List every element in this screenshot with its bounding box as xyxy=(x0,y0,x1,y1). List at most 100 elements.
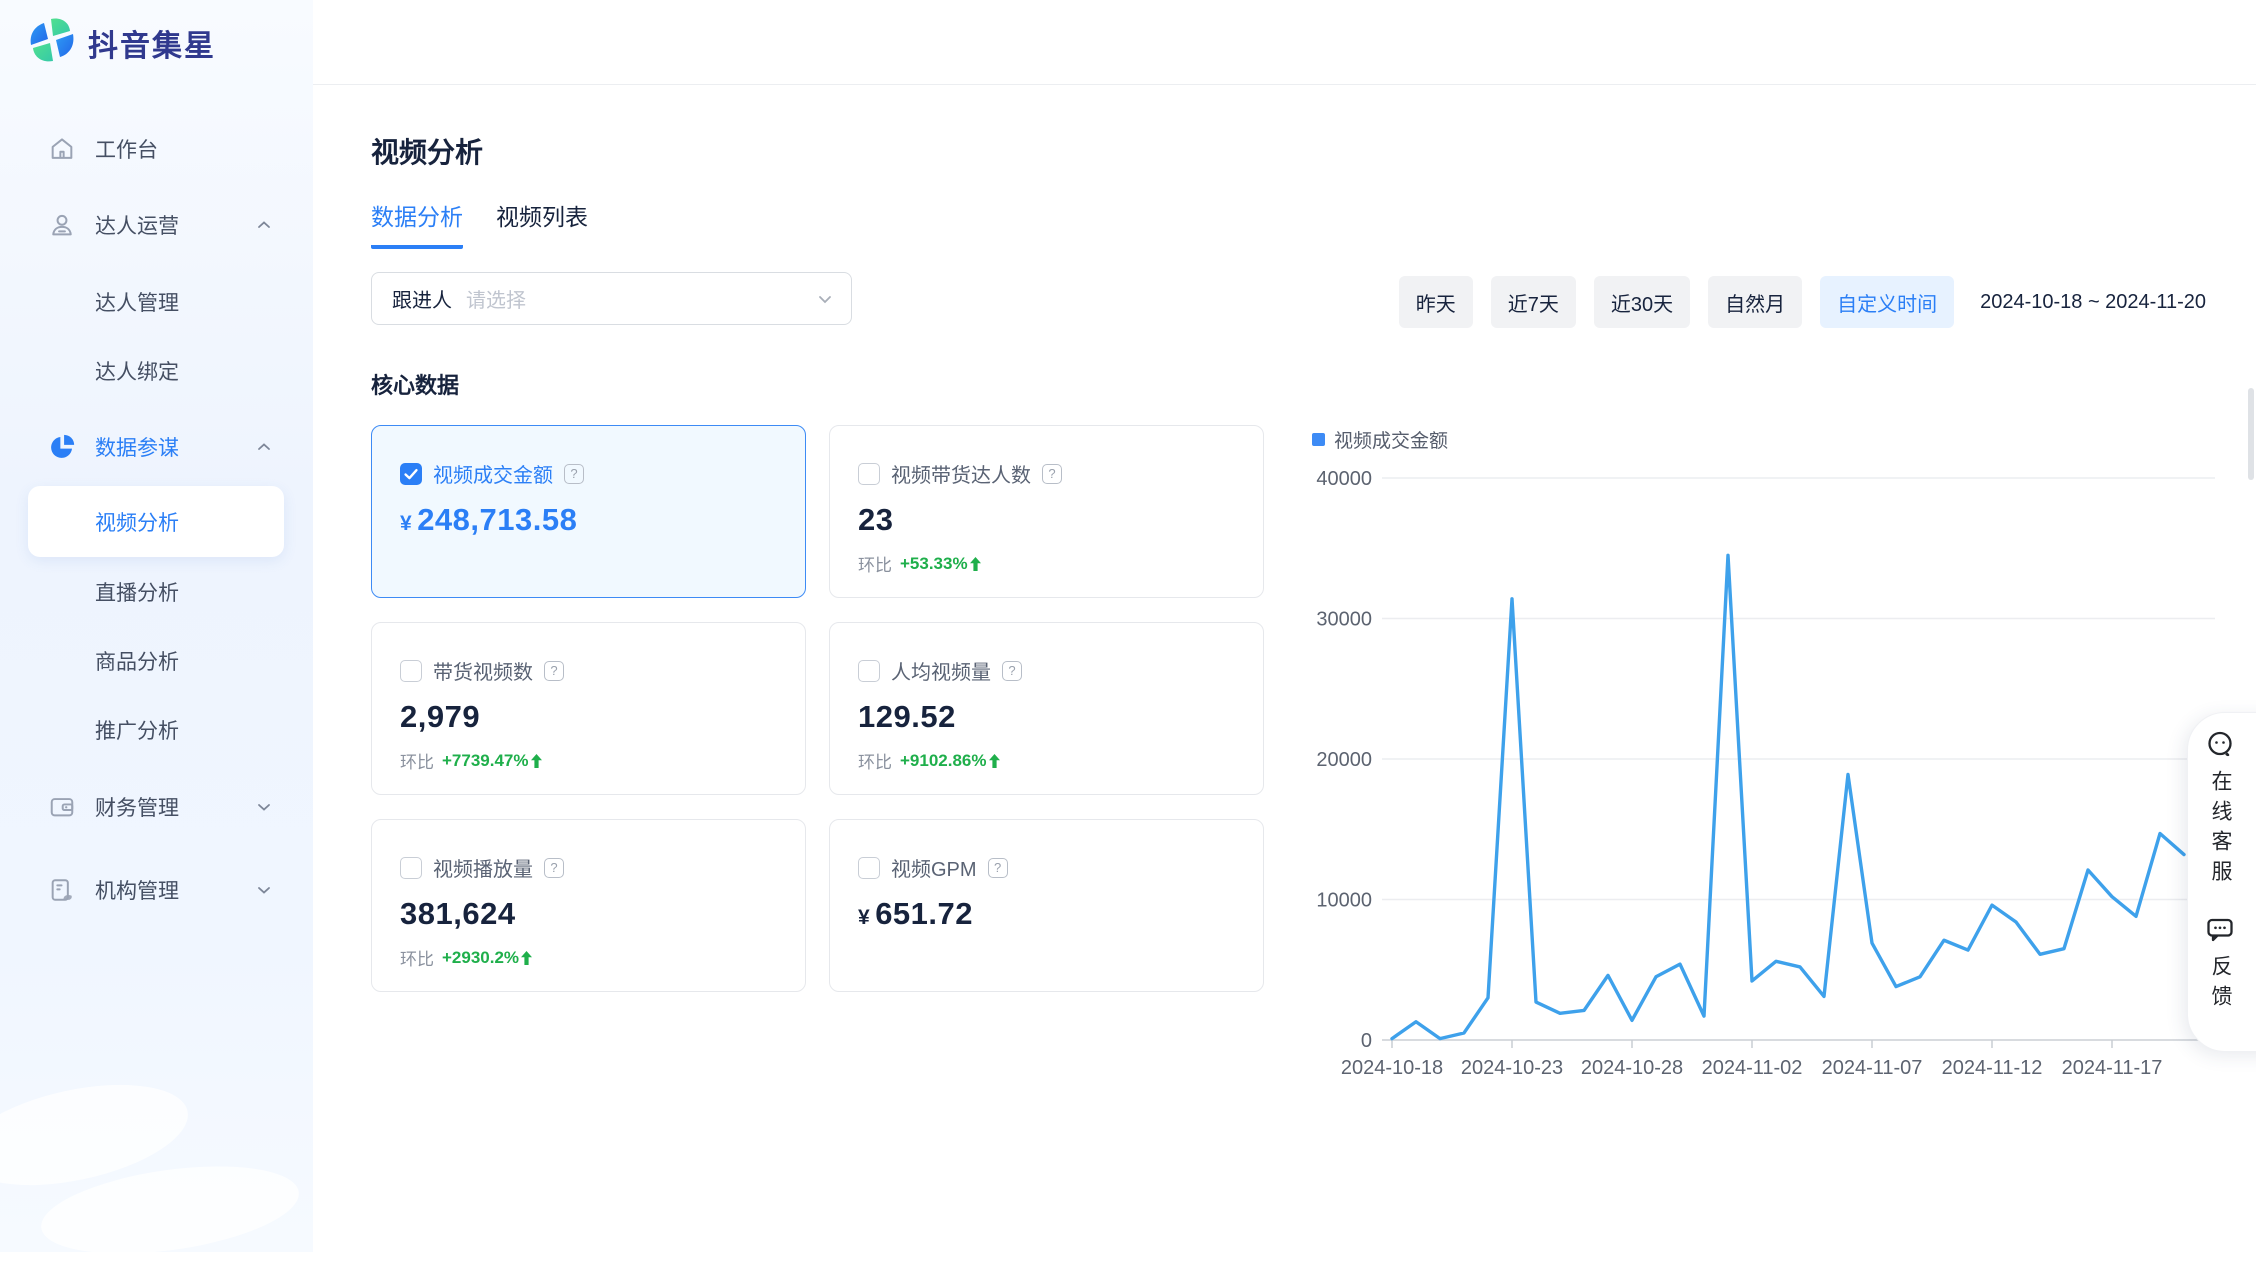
feedback-label: 反馈 xyxy=(2205,955,2235,1015)
date-range-value[interactable]: 2024-10-18 ~ 2024-11-20 xyxy=(1980,291,2206,314)
customer-service-icon xyxy=(2205,729,2235,764)
date-range-bar: 昨天 近7天 近30天 自然月 自定义时间 2024-10-18 ~ 2024-… xyxy=(1399,276,2206,328)
svg-text:10000: 10000 xyxy=(1316,890,1372,912)
sidebar-item-data-advisor[interactable]: 数据参谋 xyxy=(0,419,313,475)
sidebar-item-label: 商品分析 xyxy=(95,646,179,676)
help-icon[interactable]: ? xyxy=(1002,661,1022,681)
metric-value: 381,624 xyxy=(400,896,777,932)
user-icon xyxy=(48,211,76,239)
sidebar-item-creator-management[interactable]: 达人管理 xyxy=(0,274,408,330)
chevron-down-icon xyxy=(815,289,835,309)
sidebar-item-creator-binding[interactable]: 达人绑定 xyxy=(0,343,408,399)
date-btn-30days[interactable]: 近30天 xyxy=(1594,276,1690,328)
tab-bar: 数据分析 视频列表 xyxy=(371,198,588,249)
help-icon[interactable]: ? xyxy=(564,464,584,484)
metric-label: 视频带货达人数 xyxy=(891,459,1031,488)
floating-support-widget: 在线客服 反馈 xyxy=(2187,712,2256,1052)
tab-data-analysis[interactable]: 数据分析 xyxy=(371,198,463,249)
svg-text:2024-10-18: 2024-10-18 xyxy=(1341,1057,1443,1079)
metric-label: 视频播放量 xyxy=(433,853,533,882)
svg-text:2024-11-17: 2024-11-17 xyxy=(2062,1057,2163,1079)
date-btn-custom[interactable]: 自定义时间 xyxy=(1820,276,1954,328)
sidebar: 抖音集星 工作台 达人运营 达人管理 达人绑定 xyxy=(0,0,313,1252)
svg-text:20000: 20000 xyxy=(1316,749,1372,771)
checkbox[interactable] xyxy=(858,463,880,485)
metric-label: 视频GPM xyxy=(891,853,977,882)
help-icon[interactable]: ? xyxy=(544,858,564,878)
metric-card-video-plays[interactable]: 视频播放量 ? 381,624 环比 +2930.2% xyxy=(371,819,806,992)
sidebar-item-org-management[interactable]: 机构管理 xyxy=(0,862,313,918)
feedback-button[interactable]: 反馈 xyxy=(2188,914,2252,1015)
metric-ratio: 环比 +9102.86% xyxy=(858,748,1235,773)
metric-card-video-creators[interactable]: 视频带货达人数 ? 23 环比 +53.33% xyxy=(829,425,1264,598)
metric-label: 带货视频数 xyxy=(433,656,533,685)
sidebar-item-product-analysis[interactable]: 商品分析 xyxy=(0,633,408,689)
svg-text:2024-11-12: 2024-11-12 xyxy=(1942,1057,2043,1079)
sidebar-item-label: 达人运营 xyxy=(95,210,179,240)
metric-card-video-gpm[interactable]: 视频GPM ? ¥651.72 xyxy=(829,819,1264,992)
organization-icon xyxy=(48,876,76,904)
line-chart-svg: 0 10000 20000 30000 40000 2024-10-18 2024-10-2… xyxy=(1300,420,2256,1120)
checkbox[interactable] xyxy=(400,857,422,879)
sidebar-item-creator-ops[interactable]: 达人运营 xyxy=(0,197,313,253)
follower-select[interactable]: 跟进人 请选择 xyxy=(371,272,852,325)
chevron-up-icon xyxy=(255,216,273,234)
help-icon[interactable]: ? xyxy=(544,661,564,681)
brand-logo-icon xyxy=(28,16,76,69)
svg-text:40000: 40000 xyxy=(1316,468,1372,490)
chevron-down-icon xyxy=(255,798,273,816)
pie-chart-icon xyxy=(48,433,76,461)
metric-value: 2,979 xyxy=(400,699,777,735)
checkbox[interactable] xyxy=(858,857,880,879)
wallet-icon xyxy=(48,793,76,821)
sidebar-item-label: 视频分析 xyxy=(95,507,179,537)
metric-ratio: 环比 +2930.2% xyxy=(400,945,777,970)
metric-value: 129.52 xyxy=(858,699,1235,735)
sidebar-item-label: 工作台 xyxy=(95,134,158,164)
metric-card-video-count[interactable]: 带货视频数 ? 2,979 环比 +7739.47% xyxy=(371,622,806,795)
svg-text:0: 0 xyxy=(1361,1030,1372,1052)
metric-ratio: 环比 +7739.47% xyxy=(400,748,777,773)
brand-logo[interactable]: 抖音集星 xyxy=(28,16,216,69)
arrow-up-icon xyxy=(521,951,532,965)
online-service-button[interactable]: 在线客服 xyxy=(2188,729,2252,890)
gmv-trend-chart: 视频成交金额 0100002000030000400002024-10-1820… xyxy=(1300,420,2256,1120)
date-btn-7days[interactable]: 近7天 xyxy=(1491,276,1576,328)
metric-ratio: 环比 +53.33% xyxy=(858,551,1235,576)
chevron-down-icon xyxy=(255,881,273,899)
sidebar-item-label: 数据参谋 xyxy=(95,432,179,462)
checkbox[interactable] xyxy=(858,660,880,682)
tab-video-list[interactable]: 视频列表 xyxy=(496,198,588,249)
svg-text:2024-10-28: 2024-10-28 xyxy=(1581,1057,1683,1079)
select-placeholder: 请选择 xyxy=(466,284,526,313)
metric-card-avg-videos[interactable]: 人均视频量 ? 129.52 环比 +9102.86% xyxy=(829,622,1264,795)
metric-card-video-gmv[interactable]: 视频成交金额 ? ¥248,713.58 xyxy=(371,425,806,598)
metric-value: ¥248,713.58 xyxy=(400,502,777,538)
checkbox[interactable] xyxy=(400,463,422,485)
arrow-up-icon xyxy=(989,754,1000,768)
help-icon[interactable]: ? xyxy=(988,858,1008,878)
svg-text:30000: 30000 xyxy=(1316,609,1372,631)
sidebar-item-live-analysis[interactable]: 直播分析 xyxy=(0,564,408,620)
metric-value: 23 xyxy=(858,502,1235,538)
date-btn-natural-month[interactable]: 自然月 xyxy=(1708,276,1802,328)
sidebar-item-label: 推广分析 xyxy=(95,715,179,745)
sidebar-item-label: 达人绑定 xyxy=(95,356,179,386)
arrow-up-icon xyxy=(531,754,542,768)
svg-text:2024-10-23: 2024-10-23 xyxy=(1461,1057,1563,1079)
arrow-up-icon xyxy=(970,557,981,571)
scrollbar-thumb[interactable] xyxy=(2248,388,2254,480)
sidebar-item-label: 直播分析 xyxy=(95,577,179,607)
sidebar-item-label: 达人管理 xyxy=(95,287,179,317)
help-icon[interactable]: ? xyxy=(1042,464,1062,484)
sidebar-item-promotion-analysis[interactable]: 推广分析 xyxy=(0,702,408,758)
sidebar-item-finance-management[interactable]: 财务管理 xyxy=(0,779,313,835)
chevron-up-icon xyxy=(255,438,273,456)
sidebar-item-workbench[interactable]: 工作台 xyxy=(0,121,313,177)
metric-label: 人均视频量 xyxy=(891,656,991,685)
sidebar-item-video-analysis[interactable]: 视频分析 xyxy=(28,486,284,557)
top-bar xyxy=(313,0,2256,85)
date-btn-yesterday[interactable]: 昨天 xyxy=(1399,276,1473,328)
metric-cards: 视频成交金额 ? ¥248,713.58 视频带货达人数 ? 23 环比 +53… xyxy=(371,425,1264,992)
sidebar-item-label: 财务管理 xyxy=(95,792,179,822)
